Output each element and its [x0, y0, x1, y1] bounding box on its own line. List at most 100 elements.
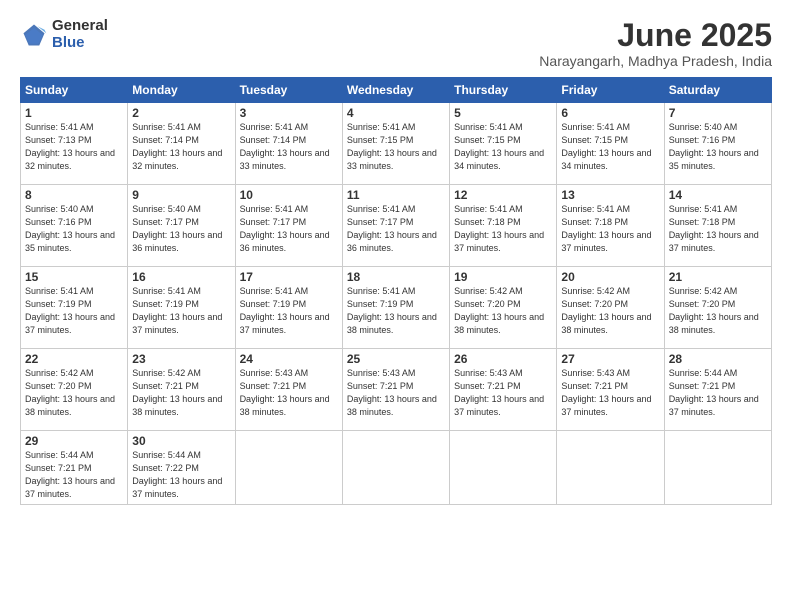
header-row: Sunday Monday Tuesday Wednesday Thursday… [21, 78, 772, 103]
logo-icon [20, 21, 48, 49]
day-info: Sunrise: 5:41 AMSunset: 7:19 PMDaylight:… [25, 286, 115, 335]
table-row: 25 Sunrise: 5:43 AMSunset: 7:21 PMDayligh… [342, 349, 449, 431]
day-info: Sunrise: 5:43 AMSunset: 7:21 PMDaylight:… [347, 368, 437, 417]
day-info: Sunrise: 5:41 AMSunset: 7:17 PMDaylight:… [240, 204, 330, 253]
day-number: 3 [240, 106, 338, 120]
day-info: Sunrise: 5:40 AMSunset: 7:17 PMDaylight:… [132, 204, 222, 253]
page: General Blue June 2025 Narayangarh, Madh… [0, 0, 792, 612]
day-info: Sunrise: 5:41 AMSunset: 7:17 PMDaylight:… [347, 204, 437, 253]
table-row: 16 Sunrise: 5:41 AMSunset: 7:19 PMDayligh… [128, 267, 235, 349]
day-info: Sunrise: 5:43 AMSunset: 7:21 PMDaylight:… [454, 368, 544, 417]
logo-text: General Blue [52, 18, 108, 51]
day-info: Sunrise: 5:42 AMSunset: 7:20 PMDaylight:… [561, 286, 651, 335]
day-info: Sunrise: 5:42 AMSunset: 7:20 PMDaylight:… [454, 286, 544, 335]
table-row [342, 431, 449, 505]
table-row: 13 Sunrise: 5:41 AMSunset: 7:18 PMDayligh… [557, 185, 664, 267]
table-row: 15Sunrise: 5:41 AMSunset: 7:19 PMDayligh… [21, 267, 128, 349]
table-row: 30 Sunrise: 5:44 AMSunset: 7:22 PMDayligh… [128, 431, 235, 505]
day-info: Sunrise: 5:41 AMSunset: 7:15 PMDaylight:… [347, 122, 437, 171]
day-number: 25 [347, 352, 445, 366]
table-row: 18Sunrise: 5:41 AMSunset: 7:19 PMDayligh… [342, 267, 449, 349]
calendar-subtitle: Narayangarh, Madhya Pradesh, India [539, 53, 772, 69]
table-row: 21Sunrise: 5:42 AMSunset: 7:20 PMDayligh… [664, 267, 771, 349]
day-number: 16 [132, 270, 230, 284]
col-friday: Friday [557, 78, 664, 103]
calendar-title: June 2025 [539, 18, 772, 53]
day-number: 8 [25, 188, 123, 202]
day-info: Sunrise: 5:44 AMSunset: 7:21 PMDaylight:… [669, 368, 759, 417]
day-info: Sunrise: 5:42 AMSunset: 7:21 PMDaylight:… [132, 368, 222, 417]
day-number: 17 [240, 270, 338, 284]
calendar-week-2: 8 Sunrise: 5:40 AMSunset: 7:16 PMDaylight… [21, 185, 772, 267]
day-info: Sunrise: 5:41 AMSunset: 7:18 PMDaylight:… [561, 204, 651, 253]
calendar-week-5: 29 Sunrise: 5:44 AMSunset: 7:21 PMDayligh… [21, 431, 772, 505]
day-info: Sunrise: 5:44 AMSunset: 7:21 PMDaylight:… [25, 450, 115, 499]
table-row: 1 Sunrise: 5:41 AMSunset: 7:13 PMDaylight… [21, 103, 128, 185]
table-row [664, 431, 771, 505]
day-number: 27 [561, 352, 659, 366]
day-number: 30 [132, 434, 230, 448]
table-row: 26 Sunrise: 5:43 AMSunset: 7:21 PMDayligh… [450, 349, 557, 431]
day-number: 4 [347, 106, 445, 120]
title-block: June 2025 Narayangarh, Madhya Pradesh, I… [539, 18, 772, 69]
day-number: 23 [132, 352, 230, 366]
day-number: 28 [669, 352, 767, 366]
day-number: 14 [669, 188, 767, 202]
header: General Blue June 2025 Narayangarh, Madh… [20, 18, 772, 69]
day-info: Sunrise: 5:44 AMSunset: 7:22 PMDaylight:… [132, 450, 222, 499]
day-info: Sunrise: 5:41 AMSunset: 7:19 PMDaylight:… [132, 286, 222, 335]
day-info: Sunrise: 5:43 AMSunset: 7:21 PMDaylight:… [561, 368, 651, 417]
day-info: Sunrise: 5:42 AMSunset: 7:20 PMDaylight:… [669, 286, 759, 335]
table-row: 24 Sunrise: 5:43 AMSunset: 7:21 PMDayligh… [235, 349, 342, 431]
table-row [557, 431, 664, 505]
day-number: 7 [669, 106, 767, 120]
day-number: 9 [132, 188, 230, 202]
table-row: 5Sunrise: 5:41 AMSunset: 7:15 PMDaylight… [450, 103, 557, 185]
logo: General Blue [20, 18, 108, 51]
table-row [450, 431, 557, 505]
calendar-table: Sunday Monday Tuesday Wednesday Thursday… [20, 77, 772, 505]
day-number: 24 [240, 352, 338, 366]
table-row: 8 Sunrise: 5:40 AMSunset: 7:16 PMDaylight… [21, 185, 128, 267]
table-row: 4 Sunrise: 5:41 AMSunset: 7:15 PMDaylight… [342, 103, 449, 185]
day-number: 18 [347, 270, 445, 284]
calendar-week-3: 15Sunrise: 5:41 AMSunset: 7:19 PMDayligh… [21, 267, 772, 349]
table-row: 6 Sunrise: 5:41 AMSunset: 7:15 PMDaylight… [557, 103, 664, 185]
day-info: Sunrise: 5:42 AMSunset: 7:20 PMDaylight:… [25, 368, 115, 417]
table-row: 28 Sunrise: 5:44 AMSunset: 7:21 PMDayligh… [664, 349, 771, 431]
day-number: 2 [132, 106, 230, 120]
day-info: Sunrise: 5:40 AMSunset: 7:16 PMDaylight:… [669, 122, 759, 171]
calendar-week-1: 1 Sunrise: 5:41 AMSunset: 7:13 PMDaylight… [21, 103, 772, 185]
day-number: 20 [561, 270, 659, 284]
logo-blue-text: Blue [52, 35, 108, 52]
day-info: Sunrise: 5:41 AMSunset: 7:13 PMDaylight:… [25, 122, 115, 171]
table-row: 9 Sunrise: 5:40 AMSunset: 7:17 PMDaylight… [128, 185, 235, 267]
table-row: 3 Sunrise: 5:41 AMSunset: 7:14 PMDaylight… [235, 103, 342, 185]
col-wednesday: Wednesday [342, 78, 449, 103]
day-number: 13 [561, 188, 659, 202]
day-info: Sunrise: 5:41 AMSunset: 7:15 PMDaylight:… [561, 122, 651, 171]
day-info: Sunrise: 5:41 AMSunset: 7:14 PMDaylight:… [132, 122, 222, 171]
day-number: 6 [561, 106, 659, 120]
table-row: 20 Sunrise: 5:42 AMSunset: 7:20 PMDayligh… [557, 267, 664, 349]
day-number: 11 [347, 188, 445, 202]
table-row: 2 Sunrise: 5:41 AMSunset: 7:14 PMDaylight… [128, 103, 235, 185]
table-row: 19Sunrise: 5:42 AMSunset: 7:20 PMDayligh… [450, 267, 557, 349]
day-number: 1 [25, 106, 123, 120]
day-number: 29 [25, 434, 123, 448]
day-info: Sunrise: 5:40 AMSunset: 7:16 PMDaylight:… [25, 204, 115, 253]
col-sunday: Sunday [21, 78, 128, 103]
table-row: 27 Sunrise: 5:43 AMSunset: 7:21 PMDayligh… [557, 349, 664, 431]
day-info: Sunrise: 5:41 AMSunset: 7:14 PMDaylight:… [240, 122, 330, 171]
day-info: Sunrise: 5:43 AMSunset: 7:21 PMDaylight:… [240, 368, 330, 417]
calendar-week-4: 22 Sunrise: 5:42 AMSunset: 7:20 PMDayligh… [21, 349, 772, 431]
day-number: 26 [454, 352, 552, 366]
table-row: 22 Sunrise: 5:42 AMSunset: 7:20 PMDayligh… [21, 349, 128, 431]
day-info: Sunrise: 5:41 AMSunset: 7:19 PMDaylight:… [240, 286, 330, 335]
table-row: 29 Sunrise: 5:44 AMSunset: 7:21 PMDayligh… [21, 431, 128, 505]
table-row [235, 431, 342, 505]
table-row: 11 Sunrise: 5:41 AMSunset: 7:17 PMDayligh… [342, 185, 449, 267]
col-tuesday: Tuesday [235, 78, 342, 103]
table-row: 23 Sunrise: 5:42 AMSunset: 7:21 PMDayligh… [128, 349, 235, 431]
day-number: 22 [25, 352, 123, 366]
